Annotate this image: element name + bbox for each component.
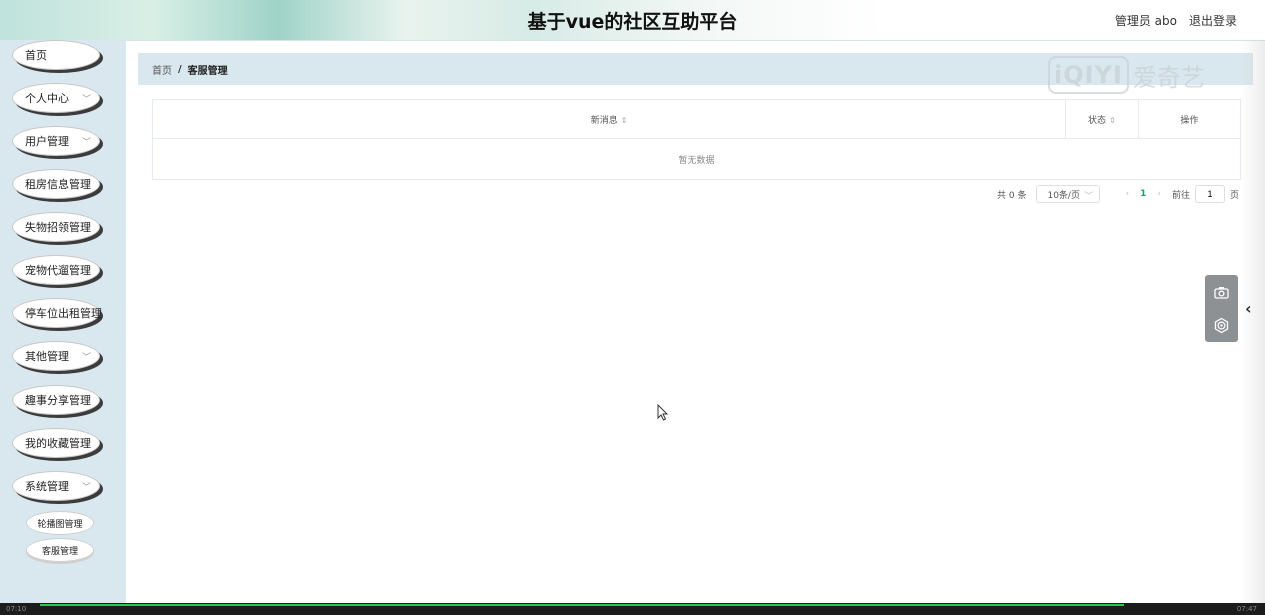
page-size-select[interactable]: 10条/页 ﹀ [1036, 185, 1101, 203]
iqiyi-logo: iQIYI [1048, 56, 1129, 94]
sidebar-item-other[interactable]: 其他管理 ﹀ [12, 341, 100, 371]
progress-bar[interactable] [40, 604, 1124, 606]
sidebar-item-label: 个人中心 [25, 92, 69, 105]
next-page-button[interactable]: › [1157, 189, 1161, 199]
sidebar-item-lost-found[interactable]: 失物招领管理 [12, 212, 100, 242]
chevron-down-icon: ﹀ [81, 138, 91, 148]
sidebar-item-label: 失物招领管理 [25, 221, 91, 234]
table-row: 暂无数据 [152, 138, 1241, 180]
pagination: 共 0 条 10条/页 ﹀ ‹ 1 › 前往 页 [997, 184, 1239, 204]
chevron-down-icon: ﹀ [1084, 192, 1094, 202]
breadcrumb-separator: / [178, 63, 182, 75]
video-player-bar: 07:10 07:47 [0, 603, 1265, 615]
sidebar-item-rental-info[interactable]: 租房信息管理 [12, 169, 100, 199]
floating-toolbar [1205, 275, 1238, 342]
column-header-new-message[interactable]: 新消息 ⇕ [151, 99, 1067, 139]
sidebar-item-label: 宠物代遛管理 [25, 264, 91, 277]
sidebar-item-parking-rental[interactable]: 停车位出租管理 [12, 298, 102, 328]
sidebar-item-system[interactable]: 系统管理 ﹀ [12, 471, 100, 501]
camera-icon[interactable] [1213, 284, 1230, 301]
prev-page-button[interactable]: ‹ [1125, 189, 1129, 199]
sidebar-subitem-carousel[interactable]: 轮播图管理 [26, 511, 94, 535]
sidebar-item-user-management[interactable]: 用户管理 ﹀ [12, 126, 100, 156]
sidebar-item-label: 租房信息管理 [25, 178, 91, 191]
sidebar-item-favorites[interactable]: 我的收藏管理 [12, 428, 100, 458]
sidebar-item-label: 我的收藏管理 [25, 437, 91, 450]
sidebar-item-label: 系统管理 [25, 480, 69, 493]
watermark-text: 爱奇艺 [1132, 63, 1205, 92]
sidebar-subitem-label: 客服管理 [41, 546, 78, 557]
total-duration: 07:47 [1236, 605, 1257, 613]
breadcrumb-current: 客服管理 [187, 65, 228, 77]
top-header: 基于vue的社区互助平台 管理员 abo 退出登录 [0, 0, 1265, 41]
column-header-label: 状态 [1088, 115, 1107, 126]
page-number-current[interactable]: 1 [1140, 189, 1146, 199]
right-edge-panel [1241, 40, 1265, 603]
sidebar-subitem-customer-service[interactable]: 客服管理 [26, 538, 94, 562]
column-header-label: 操作 [1180, 115, 1199, 126]
sidebar-item-label: 首页 [25, 49, 47, 62]
sidebar-item-label: 其他管理 [25, 350, 69, 363]
goto-label: 前往 [1171, 190, 1190, 201]
sidebar-item-fun-sharing[interactable]: 趣事分享管理 [12, 385, 100, 415]
column-header-actions: 操作 [1137, 99, 1242, 139]
sidebar-item-personal-center[interactable]: 个人中心 ﹀ [12, 83, 100, 113]
mouse-cursor-icon [657, 404, 669, 421]
sort-icon[interactable]: ⇕ [1109, 116, 1116, 125]
empty-state: 暂无数据 [152, 138, 1241, 180]
settings-icon[interactable] [1213, 317, 1230, 334]
sidebar-subitem-label: 轮播图管理 [37, 519, 83, 530]
goto-page-input[interactable] [1194, 185, 1225, 203]
sidebar-item-home[interactable]: 首页 [12, 40, 100, 70]
breadcrumb-home-link[interactable]: 首页 [152, 62, 172, 77]
chevron-down-icon: ﹀ [81, 483, 91, 493]
logout-link[interactable]: 退出登录 [1189, 12, 1237, 29]
sidebar-item-label: 趣事分享管理 [25, 394, 91, 407]
sidebar-item-pet-walking[interactable]: 宠物代遛管理 [12, 255, 100, 285]
chevron-down-icon: ﹀ [81, 95, 91, 105]
current-user-label: 管理员 abo [1114, 14, 1177, 28]
column-header-label: 新消息 [590, 115, 618, 126]
column-header-status[interactable]: 状态 ⇕ [1065, 99, 1139, 139]
page-suffix: 页 [1229, 190, 1239, 201]
total-count: 共 0 条 [997, 190, 1027, 201]
app-title: 基于vue的社区互助平台 [527, 11, 738, 33]
chevron-down-icon: ﹀ [81, 353, 91, 363]
data-table: 新消息 ⇕ 状态 ⇕ 操作 暂无数据 [151, 99, 1242, 180]
watermark: iQIYI 爱奇艺 [1048, 52, 1205, 98]
sidebar-item-label: 停车位出租管理 [25, 307, 102, 320]
elapsed-time: 07:10 [6, 605, 27, 613]
sidebar-item-label: 用户管理 [25, 135, 69, 148]
sort-icon[interactable]: ⇕ [621, 116, 628, 125]
page-size-value: 10条/页 [1047, 190, 1080, 201]
chevron-left-icon[interactable]: ‹ [1245, 299, 1252, 318]
